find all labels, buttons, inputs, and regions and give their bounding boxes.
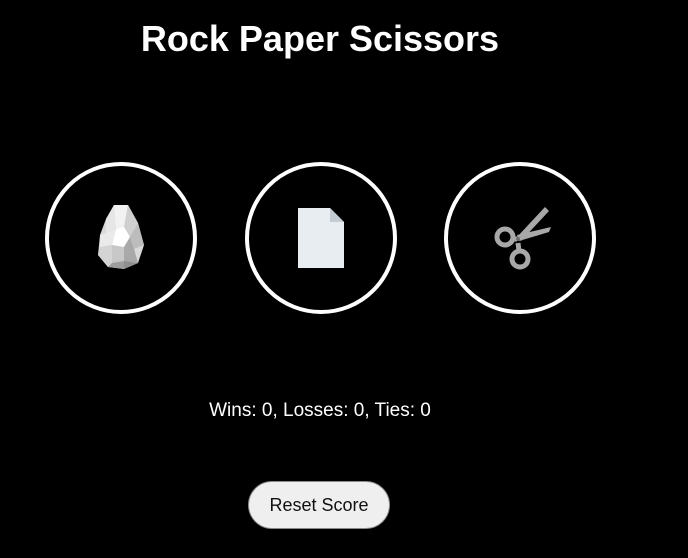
rock-button[interactable]	[45, 162, 197, 314]
page-title: Rock Paper Scissors	[140, 18, 500, 59]
score-display: Wins: 0, Losses: 0, Ties: 0	[209, 400, 431, 421]
rock-icon	[98, 205, 144, 269]
scissors-icon	[494, 207, 551, 270]
reset-score-button[interactable]: Reset Score	[248, 481, 390, 529]
game-page: Rock Paper Scissors Wins: 0, Losses: 0, …	[0, 0, 688, 558]
scissors-button[interactable]	[444, 162, 596, 314]
paper-button[interactable]	[245, 162, 397, 314]
paper-icon	[298, 208, 344, 268]
